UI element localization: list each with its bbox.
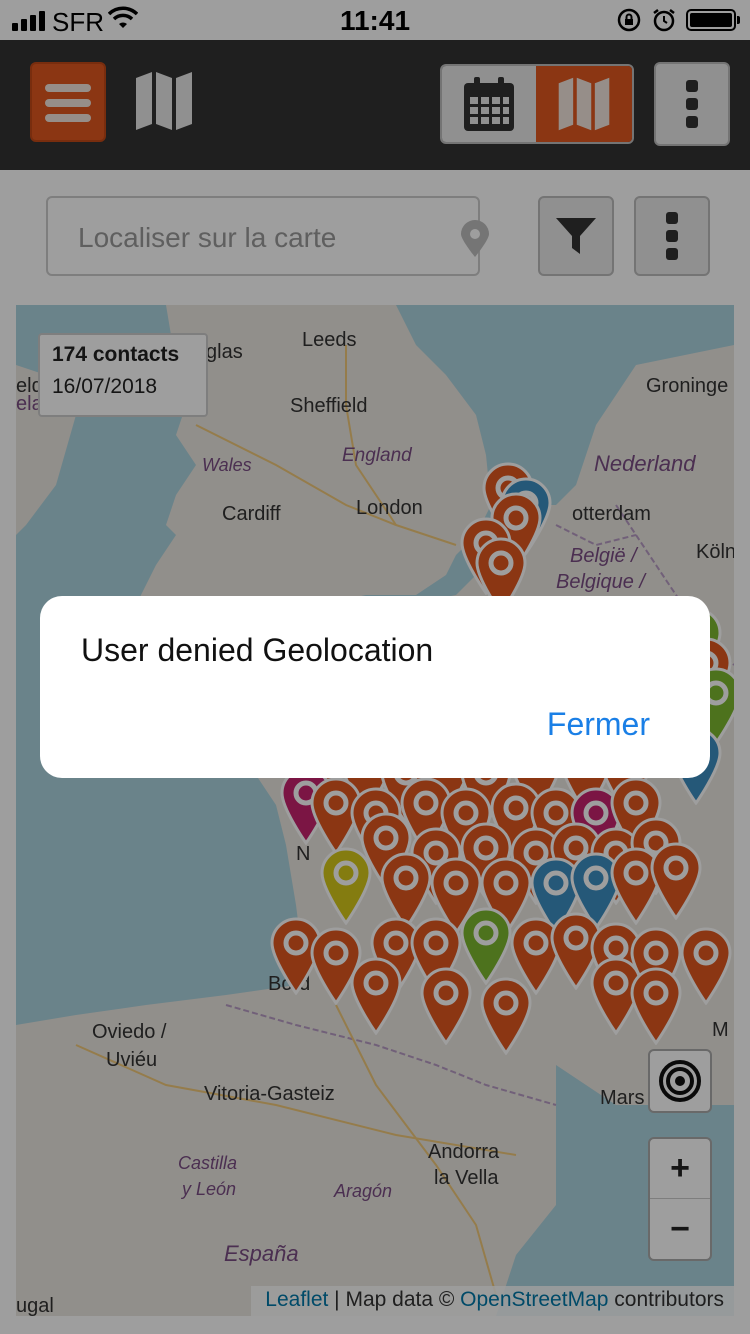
close-button[interactable]: Fermer [547,706,650,743]
alert-message: User denied Geolocation [81,632,434,668]
alert-dialog: User denied Geolocation Fermer [40,596,710,778]
